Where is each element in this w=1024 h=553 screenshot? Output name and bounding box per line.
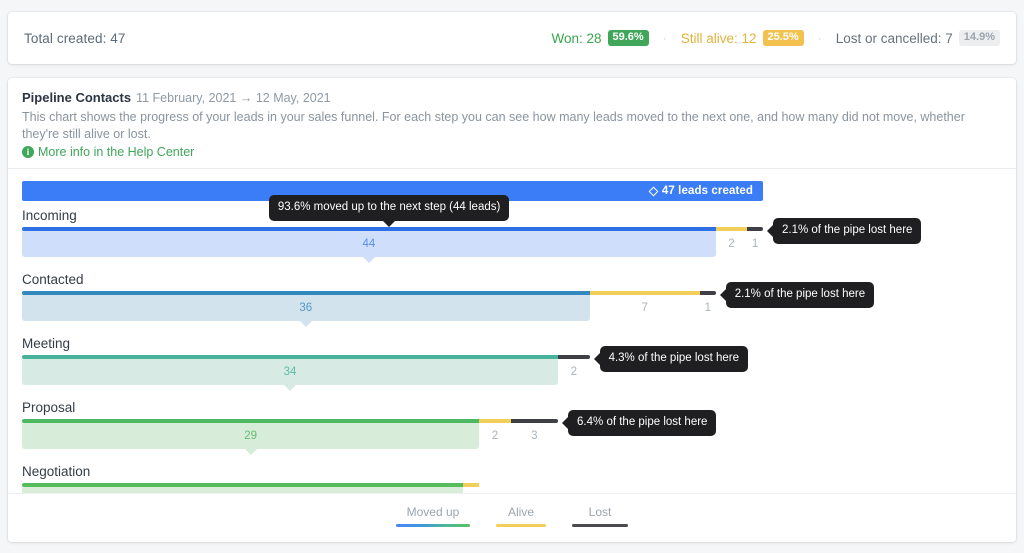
funnel-step-proposal: Proposal 29 2 3 6.4% of the pipe lost here <box>22 399 1002 457</box>
funnel-step-moved-count: 29 <box>244 430 257 442</box>
stat-still-alive-label: Still alive: 12 <box>680 30 757 46</box>
funnel-step-label: Meeting <box>22 336 71 351</box>
leads-created-label: 47 leads created <box>661 185 753 197</box>
chart-header-title-row: Pipeline Contacts 11 February, 2021 → 12 … <box>22 90 1002 106</box>
tooltip-lost: 2.1% of the pipe lost here <box>766 218 922 244</box>
funnel-step-label: Negotiation <box>22 464 91 479</box>
stat-won-pct: 59.6% <box>607 29 649 47</box>
tooltip-lost: 6.4% of the pipe lost here <box>562 410 717 436</box>
funnel-step-alive-count: 2 <box>728 238 735 250</box>
legend-label-moved-up: Moved up <box>406 505 460 519</box>
funnel-steps: Incoming 44 2 1 2.1% of the pipe lost here 93… <box>22 195 1002 521</box>
funnel-step-fill: 44 <box>22 231 716 257</box>
funnel-step-track: 36 7 1 2.1% of the pipe lost here <box>22 282 1002 329</box>
funnel-step-label: Proposal <box>22 400 76 415</box>
funnel-step-moved-count: 36 <box>299 302 313 314</box>
info-icon: i <box>22 146 34 158</box>
stat-lost-label: Lost or cancelled: 7 <box>835 30 953 46</box>
funnel-step-alive-count: 7 <box>641 302 648 314</box>
legend-label-alive: Alive <box>507 505 534 519</box>
stat-still-alive: Still alive: 12 25.5% <box>680 29 804 47</box>
legend-item-alive[interactable]: Alive <box>496 505 546 527</box>
legend-label-lost: Lost <box>588 505 612 519</box>
funnel-step-track: 34 2 4.3% of the pipe lost here <box>22 346 1002 393</box>
chart-legend: Moved up Alive Lost <box>8 493 1016 542</box>
funnel-step-track: 29 2 3 6.4% of the pipe lost here <box>22 410 1002 457</box>
stat-won: Won: 28 59.6% <box>551 29 649 47</box>
legend-swatch-alive <box>496 524 546 527</box>
chart-description: This chart shows the progress of your le… <box>22 110 965 141</box>
funnel-chart: 47 leads created Incoming 44 2 1 2.1% of the… <box>8 169 1016 542</box>
legend-swatch-moved-up <box>396 524 470 527</box>
legend-items: Moved up Alive Lost <box>8 494 1016 527</box>
funnel-step-connector <box>299 321 312 327</box>
funnel-step-fill: 34 <box>22 359 559 385</box>
tooltip-moved-up: 93.6% moved up to the next step (44 lead… <box>268 195 510 226</box>
tooltip-lost: 2.1% of the pipe lost here <box>719 282 875 308</box>
funnel-step-fill: 29 <box>22 423 480 449</box>
legend-item-lost[interactable]: Lost <box>572 505 628 527</box>
funnel-step-moved-count: 44 <box>362 238 376 250</box>
funnel-step-track: 44 2 1 2.1% of the pipe lost here 93.6% move… <box>22 195 1002 265</box>
stat-lost-pct: 14.9% <box>958 29 1000 47</box>
pipeline-chart-card: Pipeline Contacts 11 February, 2021 → 12 … <box>8 78 1016 542</box>
funnel-step-lost-count: 1 <box>704 302 711 314</box>
legend-swatch-lost <box>572 524 628 527</box>
stat-won-label: Won: 28 <box>551 30 602 46</box>
tooltip-lost: 4.3% of the pipe lost here <box>593 346 748 372</box>
funnel-step-alive-count: 2 <box>491 430 499 442</box>
funnel-step-moved-count: 34 <box>283 366 297 378</box>
help-center-link-label: More info in the Help Center <box>38 145 195 159</box>
chart-header: Pipeline Contacts 11 February, 2021 → 12 … <box>8 78 1016 168</box>
chart-date-range: 11 February, 2021 → 12 May, 2021 <box>136 91 331 105</box>
leads-created-bar-text: 47 leads created <box>648 185 753 197</box>
funnel-step-connector <box>362 257 375 263</box>
funnel-step-lost-count: 2 <box>570 366 577 378</box>
funnel-step-lost-count: 1 <box>751 238 759 250</box>
total-created-label: Total created: 47 <box>24 30 126 46</box>
funnel-step-connector <box>244 449 257 455</box>
stat-separator-2: · <box>817 31 822 45</box>
funnel-step-fill: 36 <box>22 295 590 321</box>
summary-stats: Won: 28 59.6% · Still alive: 12 25.5% · … <box>551 29 1000 47</box>
stat-lost-or-cancelled: Lost or cancelled: 7 14.9% <box>835 29 1000 47</box>
summary-card: Total created: 47 Won: 28 59.6% · Still … <box>8 12 1016 64</box>
legend-item-moved-up[interactable]: Moved up <box>396 505 470 527</box>
stat-still-alive-pct: 25.5% <box>762 29 804 47</box>
pipeline-report-page: Total created: 47 Won: 28 59.6% · Still … <box>0 0 1024 553</box>
funnel-step-contacted: Contacted 36 7 1 2.1% of the pipe lost here <box>22 271 1002 329</box>
stat-separator-1: · <box>662 31 667 45</box>
funnel-step-connector <box>284 385 297 391</box>
funnel-step-incoming: Incoming 44 2 1 2.1% of the pipe lost here 93… <box>22 195 1002 265</box>
funnel-step-meeting: Meeting 34 2 4.3% of the pipe lost here <box>22 335 1002 393</box>
chart-title: Pipeline Contacts <box>22 90 132 105</box>
diamond-icon <box>648 186 659 196</box>
funnel-step-lost-count: 3 <box>531 430 538 442</box>
help-center-link[interactable]: i More info in the Help Center <box>22 145 1002 159</box>
